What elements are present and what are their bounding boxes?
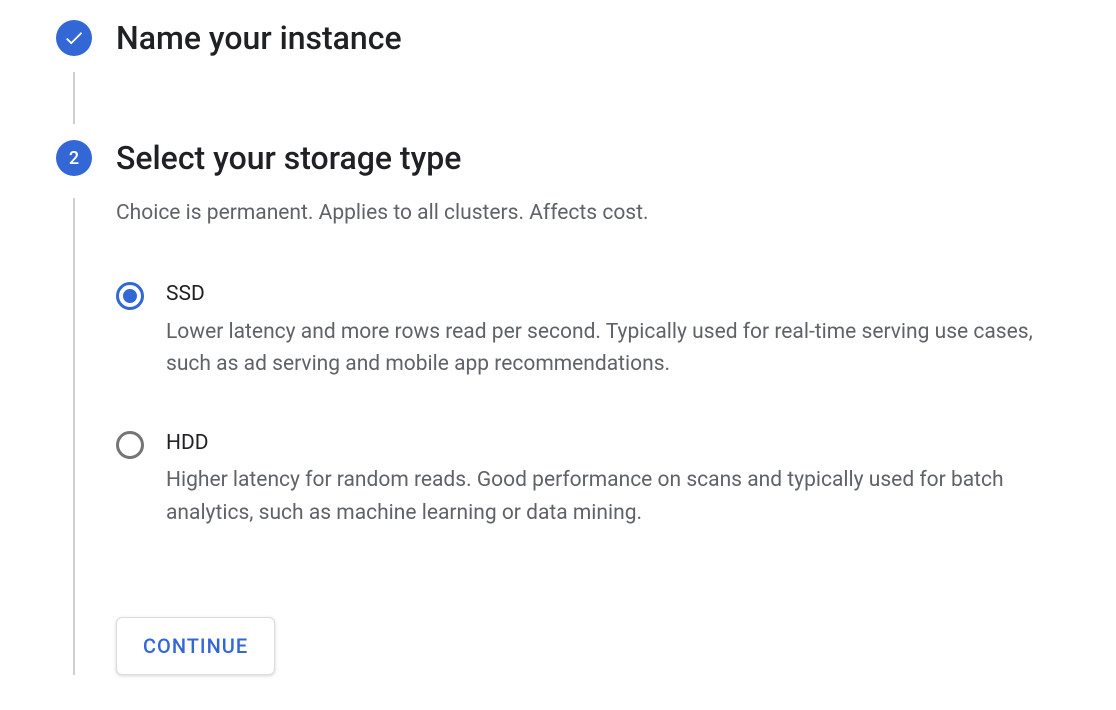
step-2-description: Choice is permanent. Applies to all clus… — [116, 198, 1116, 228]
step-connector — [73, 72, 75, 124]
step-2-title: Select your storage type — [116, 140, 1116, 176]
step-2-content: Choice is permanent. Applies to all clus… — [56, 198, 1116, 675]
radio-description-hdd: Higher latency for random reads. Good pe… — [166, 464, 1076, 529]
storage-type-radio-group: SSD Lower latency and more rows read per… — [116, 280, 1116, 529]
radio-button-icon — [116, 282, 144, 310]
radio-option-hdd[interactable]: HDD Higher latency for random reads. Goo… — [116, 429, 1116, 529]
radio-label-ssd: SSD — [166, 280, 1076, 309]
radio-body: HDD Higher latency for random reads. Goo… — [166, 429, 1116, 529]
check-icon — [56, 20, 92, 56]
radio-label-hdd: HDD — [166, 429, 1076, 458]
step-1-header[interactable]: Name your instance — [56, 20, 1116, 56]
step-1-title: Name your instance — [116, 20, 1116, 56]
radio-body: SSD Lower latency and more rows read per… — [166, 280, 1116, 380]
step-number-icon: 2 — [56, 140, 92, 176]
continue-button[interactable]: Continue — [116, 617, 275, 675]
radio-option-ssd[interactable]: SSD Lower latency and more rows read per… — [116, 280, 1116, 380]
radio-description-ssd: Lower latency and more rows read per sec… — [166, 316, 1076, 381]
step-2-header: 2 Select your storage type — [56, 140, 1116, 176]
radio-button-icon — [116, 431, 144, 459]
stepper-container: Name your instance 2 Select your storage… — [0, 20, 1116, 675]
step-content-line — [73, 198, 75, 675]
